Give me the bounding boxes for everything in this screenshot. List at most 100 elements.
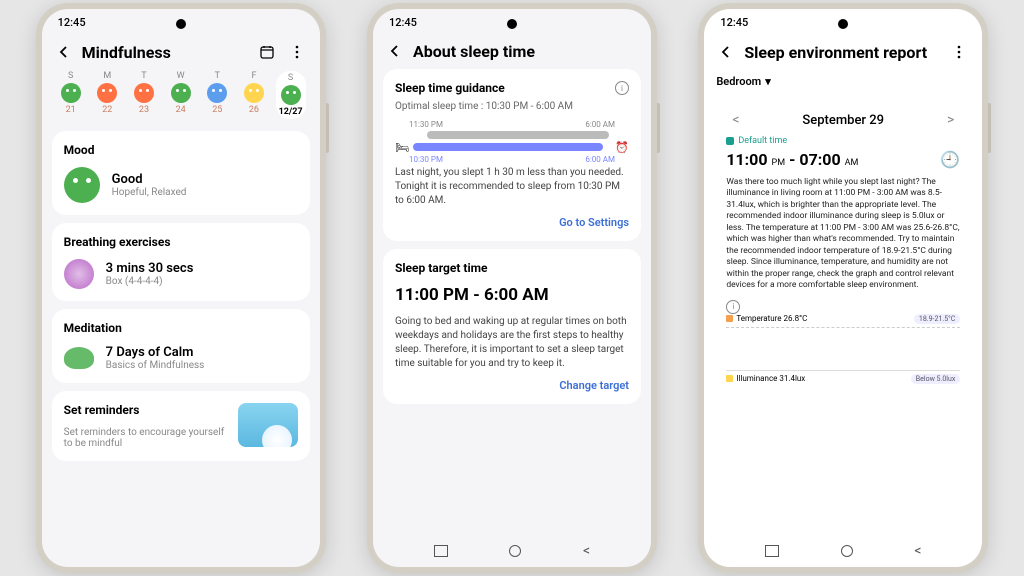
info-icon[interactable]: i xyxy=(726,300,740,314)
day-wed[interactable]: W24 xyxy=(166,71,196,119)
content: Sleep time guidance i Optimal sleep time… xyxy=(373,69,651,535)
breathing-type: Box (4-4-4-4) xyxy=(106,276,194,287)
day-sat-today[interactable]: S12/27 xyxy=(276,71,306,119)
mood-happy-icon xyxy=(61,83,81,103)
mood-happy-icon xyxy=(171,83,191,103)
breathing-card[interactable]: Breathing exercises 3 mins 30 secsBox (4… xyxy=(52,223,310,301)
meditation-sub: Basics of Mindfulness xyxy=(106,360,205,371)
mood-sad-icon xyxy=(97,83,117,103)
meditation-card[interactable]: Meditation 7 Days of CalmBasics of Mindf… xyxy=(52,309,310,383)
target-desc: Going to bed and waking up at regular ti… xyxy=(395,315,629,371)
bed-icon: 🛏 xyxy=(395,141,409,154)
mood-card[interactable]: Mood GoodHopeful, Relaxed xyxy=(52,131,310,215)
day-mon[interactable]: M22 xyxy=(92,71,122,119)
status-time: 12:45 xyxy=(720,16,748,29)
content: Bedroom▾ < September 29 > Default time 1… xyxy=(704,71,982,535)
calendar-icon[interactable] xyxy=(256,41,278,63)
mood-tags: Hopeful, Relaxed xyxy=(112,187,187,198)
camera-cutout xyxy=(838,19,848,29)
date-nav: < September 29 > xyxy=(726,112,960,128)
day-tue[interactable]: T23 xyxy=(129,71,159,119)
back-button[interactable] xyxy=(385,41,405,61)
mood-title: Mood xyxy=(64,143,298,157)
header: About sleep time xyxy=(373,35,651,69)
reminders-card[interactable]: Set reminders Set reminders to encourage… xyxy=(52,391,310,461)
next-day[interactable]: > xyxy=(941,112,960,128)
mood-calm-icon xyxy=(244,83,264,103)
nav-recents[interactable] xyxy=(765,545,779,557)
camera-cutout xyxy=(176,19,186,29)
header: Mindfulness xyxy=(42,35,320,71)
week-strip: S21 M22 T23 W24 T25 F26 S12/27 xyxy=(52,71,310,123)
more-icon[interactable] xyxy=(948,41,970,63)
guidance-card: Sleep time guidance i Optimal sleep time… xyxy=(383,69,641,241)
guidance-desc: Last night, you slept 1 h 30 m less than… xyxy=(395,166,629,208)
settings-link[interactable]: Go to Settings xyxy=(395,216,629,229)
mood-happy-icon xyxy=(281,85,301,105)
phone-mindfulness: 12:45 Mindfulness S21 M22 T23 W24 T25 F2… xyxy=(36,3,326,573)
meditation-name: 7 Days of Calm xyxy=(106,345,205,360)
screen: 12:45 About sleep time Sleep time guidan… xyxy=(373,9,651,567)
phone-environment: 12:45 Sleep environment report Bedroom▾ … xyxy=(698,3,988,573)
chevron-down-icon: ▾ xyxy=(765,75,771,88)
day-thu[interactable]: T25 xyxy=(202,71,232,119)
nav-home[interactable] xyxy=(509,545,521,557)
guidance-title: Sleep time guidance xyxy=(395,81,505,95)
status-time: 12:45 xyxy=(58,16,86,29)
nav-back[interactable]: < xyxy=(583,543,590,559)
status-time: 12:45 xyxy=(389,16,417,29)
target-title: Sleep target time xyxy=(395,261,629,275)
nav-back[interactable]: < xyxy=(914,543,921,559)
temp-swatch-icon xyxy=(726,315,733,322)
illum-legend: Illuminance 31.4lux xyxy=(726,374,805,383)
more-icon[interactable] xyxy=(286,41,308,63)
nav-bar: < xyxy=(373,535,651,567)
alarm-icon: ⏰ xyxy=(615,141,629,154)
mood-sad-icon xyxy=(134,83,154,103)
dandelion-image xyxy=(238,403,298,447)
reminders-title: Set reminders xyxy=(64,403,230,417)
screen: 12:45 Mindfulness S21 M22 T23 W24 T25 F2… xyxy=(42,9,320,567)
temp-legend: Temperature 26.8°C xyxy=(726,314,807,323)
mood-value: Good xyxy=(112,172,187,187)
camera-cutout xyxy=(507,19,517,29)
content: S21 M22 T23 W24 T25 F26 S12/27 Mood Good… xyxy=(42,71,320,567)
page-title: Sleep environment report xyxy=(744,43,940,62)
meditation-title: Meditation xyxy=(64,321,298,335)
env-description: Was there too much light while you slept… xyxy=(726,177,960,292)
change-target-link[interactable]: Change target xyxy=(395,379,629,392)
breathing-icon xyxy=(64,259,94,289)
page-title: About sleep time xyxy=(413,42,639,61)
target-time: 11:00 PM - 6:00 AM xyxy=(395,285,629,305)
actual-bar xyxy=(427,131,609,139)
phone-sleep-time: 12:45 About sleep time Sleep time guidan… xyxy=(367,3,657,573)
prev-day[interactable]: < xyxy=(726,112,745,128)
mood-good-icon xyxy=(64,167,100,203)
env-card: < September 29 > Default time 11:00PM - … xyxy=(714,102,972,394)
back-button[interactable] xyxy=(54,42,74,62)
day-sun[interactable]: S21 xyxy=(56,71,86,119)
sleep-range: 11:00PM - 07:00AM 🕘 xyxy=(726,150,960,169)
history-icon[interactable]: 🕘 xyxy=(940,150,960,169)
room-selector[interactable]: Bedroom▾ xyxy=(714,71,972,94)
breathing-duration: 3 mins 30 secs xyxy=(106,261,194,276)
badge-dot-icon xyxy=(726,137,734,145)
nav-bar: < xyxy=(704,535,982,567)
nav-recents[interactable] xyxy=(434,545,448,557)
illum-swatch-icon xyxy=(726,375,733,382)
page-title: Mindfulness xyxy=(82,43,248,62)
nav-home[interactable] xyxy=(841,545,853,557)
illum-range-pill: Below 5.0lux xyxy=(911,374,961,384)
optimal-time: Optimal sleep time : 10:30 PM - 6:00 AM xyxy=(395,101,629,112)
back-button[interactable] xyxy=(716,42,736,62)
report-date: September 29 xyxy=(802,113,884,128)
info-icon[interactable]: i xyxy=(615,81,629,95)
day-fri[interactable]: F26 xyxy=(239,71,269,119)
recommended-bar xyxy=(413,143,603,151)
chart-bars xyxy=(726,327,960,371)
meditation-icon xyxy=(64,347,94,369)
breathing-title: Breathing exercises xyxy=(64,235,298,249)
default-badge: Default time xyxy=(726,136,960,146)
screen: 12:45 Sleep environment report Bedroom▾ … xyxy=(704,9,982,567)
env-chart: i Temperature 26.8°C 18.9-21.5°C Illumin… xyxy=(726,300,960,384)
